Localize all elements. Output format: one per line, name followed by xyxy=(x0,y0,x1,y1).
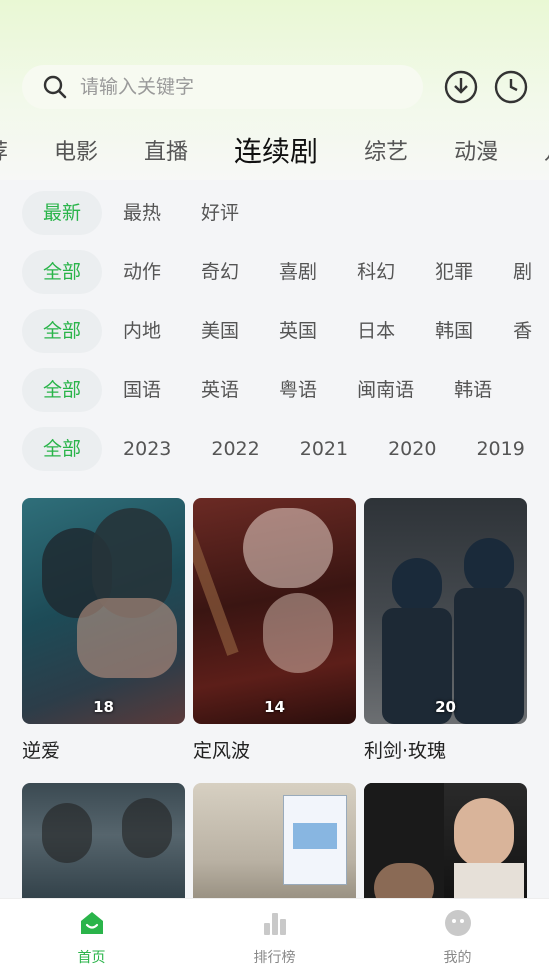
tab-variety[interactable]: 综艺 xyxy=(364,134,408,166)
nav-home[interactable]: 首页 xyxy=(32,909,152,967)
tab-anime[interactable]: 动漫 xyxy=(454,134,498,166)
filter-chip[interactable]: 香 xyxy=(513,309,532,353)
clock-icon[interactable] xyxy=(494,70,528,104)
bar-chart-icon xyxy=(261,909,289,941)
video-title: 逆爱 xyxy=(22,740,61,762)
nav-ranking[interactable]: 排行榜 xyxy=(215,909,335,967)
filter-chip[interactable]: 喜剧 xyxy=(279,250,317,294)
poster-image[interactable]: 20 xyxy=(364,498,527,724)
filter-row-region: 全部 内地 美国 英国 日本 韩国 香 xyxy=(22,308,549,354)
video-card[interactable]: 14 定风波 xyxy=(193,498,356,763)
filter-chip[interactable]: 科幻 xyxy=(357,250,395,294)
filter-chip[interactable]: 英语 xyxy=(201,368,239,412)
bottom-navigation: 首页 排行榜 我的 xyxy=(0,898,549,976)
filter-chip[interactable]: 全部 xyxy=(22,368,103,412)
filter-chip[interactable]: 最热 xyxy=(123,191,161,235)
filter-row-language: 全部 国语 英语 粤语 闽南语 韩语 xyxy=(22,367,549,413)
filter-panel: 最新 最热 好评 全部 动作 奇幻 喜剧 科幻 犯罪 剧 全部 内地 美国 英国… xyxy=(22,190,549,485)
tab-kids[interactable]: 儿 xyxy=(544,134,549,166)
poster-image[interactable] xyxy=(22,783,185,913)
nav-label: 首页 xyxy=(77,949,106,966)
smiley-face-icon xyxy=(444,909,472,941)
video-card[interactable]: 20 利剑·玫瑰 xyxy=(364,498,527,763)
home-icon xyxy=(78,909,106,941)
video-card[interactable] xyxy=(193,783,356,913)
filter-chip[interactable]: 国语 xyxy=(123,368,161,412)
tab-series[interactable]: 连续剧 xyxy=(234,130,318,170)
filter-chip[interactable]: 内地 xyxy=(123,309,161,353)
poster-image[interactable] xyxy=(193,783,356,913)
filter-chip[interactable]: 韩国 xyxy=(435,309,473,353)
tab-recommend[interactable]: 荐 xyxy=(0,134,8,166)
video-title: 定风波 xyxy=(193,740,251,762)
filter-chip[interactable]: 闽南语 xyxy=(357,368,414,412)
search-icon xyxy=(42,74,68,100)
search-bar[interactable] xyxy=(22,65,423,109)
tab-live[interactable]: 直播 xyxy=(144,134,188,166)
episode-badge: 18 xyxy=(93,698,114,716)
poster-image[interactable]: 18 xyxy=(22,498,185,724)
filter-chip[interactable]: 全部 xyxy=(22,427,103,471)
filter-chip[interactable]: 美国 xyxy=(201,309,239,353)
download-icon[interactable] xyxy=(444,70,478,104)
filter-chip[interactable]: 犯罪 xyxy=(435,250,473,294)
video-title: 利剑·玫瑰 xyxy=(364,740,447,762)
nav-label: 我的 xyxy=(443,949,472,966)
filter-row-genre: 全部 动作 奇幻 喜剧 科幻 犯罪 剧 xyxy=(22,249,549,295)
episode-badge: 14 xyxy=(264,698,285,716)
nav-label: 排行榜 xyxy=(253,949,296,966)
filter-chip[interactable]: 2023 xyxy=(123,427,171,471)
nav-profile[interactable]: 我的 xyxy=(398,909,518,967)
filter-chip[interactable]: 最新 xyxy=(22,191,103,235)
filter-chip[interactable]: 奇幻 xyxy=(201,250,239,294)
episode-badge: 20 xyxy=(435,698,456,716)
filter-chip[interactable]: 日本 xyxy=(357,309,395,353)
video-card[interactable] xyxy=(364,783,527,913)
poster-image[interactable]: 14 xyxy=(193,498,356,724)
search-input[interactable] xyxy=(80,76,380,98)
filter-chip[interactable]: 动作 xyxy=(123,250,161,294)
filter-chip[interactable]: 韩语 xyxy=(454,368,492,412)
filter-chip[interactable]: 全部 xyxy=(22,250,103,294)
filter-chip[interactable]: 剧 xyxy=(513,250,532,294)
filter-chip[interactable]: 英国 xyxy=(279,309,317,353)
filter-chip[interactable]: 好评 xyxy=(201,191,239,235)
filter-row-year: 全部 2023 2022 2021 2020 2019 xyxy=(22,426,549,472)
filter-row-sort: 最新 最热 好评 xyxy=(22,190,549,236)
tab-movies[interactable]: 电影 xyxy=(54,134,98,166)
video-card[interactable]: 18 逆爱 xyxy=(22,498,185,763)
filter-chip[interactable]: 2020 xyxy=(388,427,436,471)
filter-chip[interactable]: 2019 xyxy=(476,427,524,471)
poster-image[interactable] xyxy=(364,783,527,913)
filter-chip[interactable]: 2022 xyxy=(211,427,259,471)
filter-chip[interactable]: 粤语 xyxy=(279,368,317,412)
category-tabs: 荐 电影 直播 连续剧 综艺 动漫 儿 xyxy=(0,130,549,170)
video-card[interactable] xyxy=(22,783,185,913)
filter-chip[interactable]: 全部 xyxy=(22,309,103,353)
filter-chip[interactable]: 2021 xyxy=(300,427,348,471)
